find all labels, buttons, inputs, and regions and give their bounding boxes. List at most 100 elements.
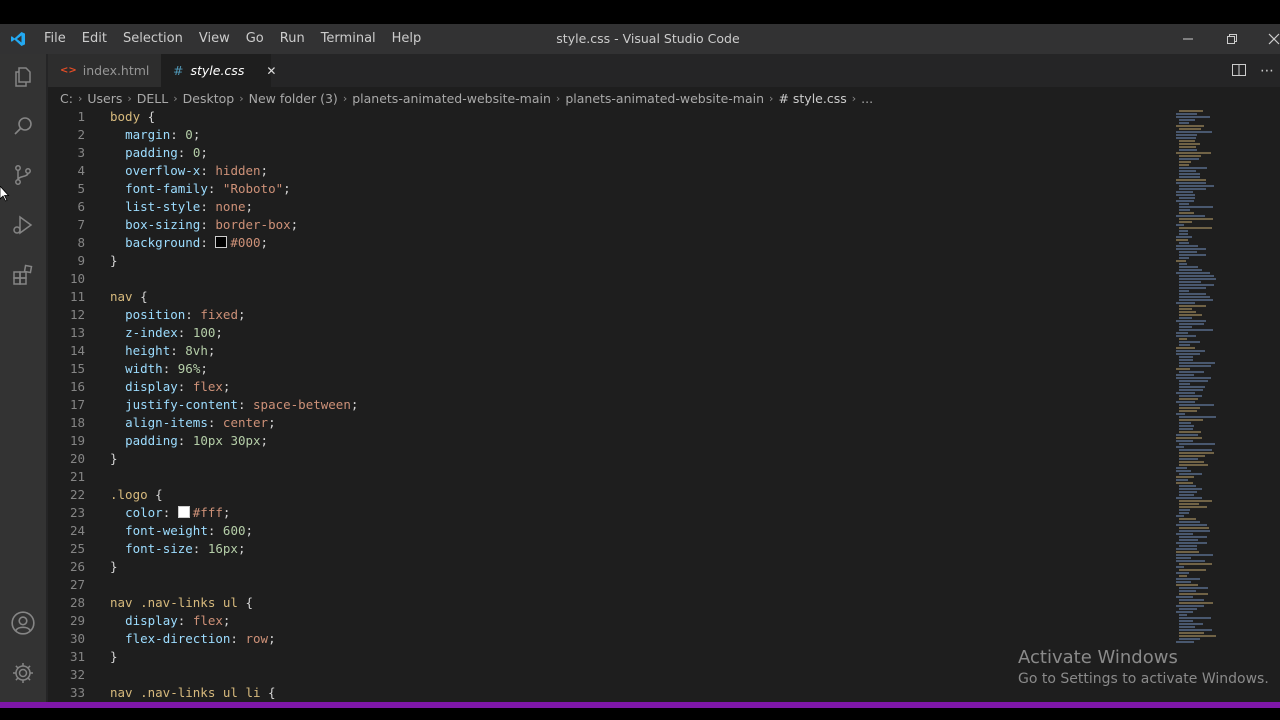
code-line[interactable]: 19 padding: 10px 30px; xyxy=(48,432,1148,450)
code-line[interactable]: 18 align-items: center; xyxy=(48,414,1148,432)
code-editor[interactable]: 1 body {2 margin: 0; 3 padding: 0; 4 overfl… xyxy=(48,108,1168,702)
menu-file[interactable]: File xyxy=(36,24,74,54)
code-line[interactable]: 9} xyxy=(48,252,1148,270)
search-icon[interactable] xyxy=(8,111,38,141)
restore-button[interactable] xyxy=(1210,24,1254,54)
code-line[interactable]: 6 list-style: none; xyxy=(48,198,1148,216)
code-line[interactable]: 21 xyxy=(48,468,1148,486)
code-text: nav .nav-links ul li { xyxy=(110,684,276,702)
minimap-line xyxy=(1179,164,1189,166)
account-icon[interactable] xyxy=(8,608,38,638)
code-line[interactable]: 17 justify-content: space-between; xyxy=(48,396,1148,414)
code-line[interactable]: 20} xyxy=(48,450,1148,468)
code-line[interactable]: 28 nav .nav-links ul { xyxy=(48,594,1148,612)
minimap-line xyxy=(1176,557,1191,559)
line-number: 13 xyxy=(69,325,85,340)
breadcrumb-item[interactable]: C: xyxy=(60,91,73,106)
activate-windows-title: Activate Windows xyxy=(1018,647,1178,668)
code-line[interactable]: 4 overflow-x: hidden; xyxy=(48,162,1148,180)
code-token: } xyxy=(110,559,118,574)
code-token: ; xyxy=(237,307,246,322)
code-line[interactable]: 12 position: fixed; xyxy=(48,306,1148,324)
minimap-line xyxy=(1176,200,1194,202)
minimap-line xyxy=(1179,602,1213,604)
code-line[interactable]: 1 body { xyxy=(48,108,1148,126)
code-line[interactable]: 15 width: 96%; xyxy=(48,360,1148,378)
breadcrumb-item[interactable]: ... xyxy=(861,91,873,106)
breadcrumb-separator-icon: › xyxy=(342,91,348,105)
menu-terminal[interactable]: Terminal xyxy=(313,24,384,54)
source-control-icon[interactable] xyxy=(8,160,38,190)
minimap-line xyxy=(1179,296,1210,298)
menu-selection[interactable]: Selection xyxy=(115,24,191,54)
menu-edit[interactable]: Edit xyxy=(74,24,115,54)
explorer-icon[interactable] xyxy=(8,62,38,92)
code-token: .logo xyxy=(110,487,148,502)
split-editor-icon[interactable] xyxy=(1232,62,1246,81)
code-line[interactable]: 29 display: flex; xyxy=(48,612,1148,630)
code-line[interactable]: 25 font-size: 16px; xyxy=(48,540,1148,558)
minimap-line xyxy=(1179,395,1202,397)
extensions-icon[interactable] xyxy=(8,260,38,290)
code-line[interactable]: 10 xyxy=(48,270,1148,288)
close-window-button[interactable] xyxy=(1252,24,1280,54)
minimap-line xyxy=(1179,170,1196,172)
line-number: 22 xyxy=(69,487,85,502)
minimap-line xyxy=(1179,341,1200,343)
code-line[interactable]: 31} xyxy=(48,648,1148,666)
code-line[interactable]: 30 flex-direction: row; xyxy=(48,630,1148,648)
code-line[interactable]: 27 xyxy=(48,576,1148,594)
settings-gear-icon[interactable] xyxy=(8,658,38,688)
code-line[interactable]: 24 font-weight: 600; xyxy=(48,522,1148,540)
code-line[interactable]: 2 margin: 0; xyxy=(48,126,1148,144)
color-swatch-icon[interactable] xyxy=(215,236,228,248)
breadcrumb-item[interactable]: Users xyxy=(87,91,122,106)
breadcrumb-item[interactable]: DELL xyxy=(137,91,168,106)
breadcrumb-item[interactable]: # style.css xyxy=(778,91,846,106)
minimap-line xyxy=(1179,311,1196,313)
code-line[interactable]: 13 z-index: 100; xyxy=(48,324,1148,342)
minimap-line xyxy=(1176,182,1206,184)
close-tab-icon[interactable]: ✕ xyxy=(266,64,276,78)
minimap-line xyxy=(1179,536,1207,538)
code-line[interactable]: 8 background: #000; xyxy=(48,234,1148,252)
more-actions-icon[interactable]: ⋯ xyxy=(1260,63,1275,79)
line-number: 7 xyxy=(77,217,85,232)
menu-bar: File Edit Selection View Go Run Terminal Help xyxy=(36,24,429,54)
code-line[interactable]: 22 .logo { xyxy=(48,486,1148,504)
code-line[interactable]: 14 height: 8vh; xyxy=(48,342,1148,360)
code-token: font-weight xyxy=(125,523,208,538)
minimap[interactable] xyxy=(1176,108,1236,648)
code-token: 10px 30px xyxy=(192,433,261,448)
run-debug-icon[interactable] xyxy=(8,210,38,240)
tab-index-html[interactable]: <> index.html xyxy=(48,54,161,87)
code-line[interactable]: 33 nav .nav-links ul li { xyxy=(48,684,1148,702)
color-swatch-icon[interactable] xyxy=(177,506,190,518)
code-token: : xyxy=(192,541,208,556)
code-line[interactable]: 11 nav { xyxy=(48,288,1148,306)
breadcrumb-item[interactable]: New folder (3) xyxy=(249,91,338,106)
line-number: 8 xyxy=(77,235,85,250)
code-text: body { xyxy=(110,108,155,126)
minimap-line xyxy=(1179,449,1212,451)
breadcrumb-item[interactable]: Desktop xyxy=(183,91,235,106)
editor-scrollbar[interactable] xyxy=(1268,108,1280,702)
minimap-line xyxy=(1179,509,1190,511)
code-line[interactable]: 26} xyxy=(48,558,1148,576)
code-line[interactable]: 3 padding: 0; xyxy=(48,144,1148,162)
tab-style-css[interactable]: # style.css ✕ xyxy=(161,54,276,87)
code-line[interactable]: 5 font-family: "Roboto"; xyxy=(48,180,1148,198)
code-line[interactable]: 7 box-sizing: border-box; xyxy=(48,216,1148,234)
menu-help[interactable]: Help xyxy=(384,24,430,54)
code-line[interactable]: 32 xyxy=(48,666,1148,684)
minimap-line xyxy=(1176,350,1205,352)
breadcrumb-item[interactable]: planets-animated-website-main xyxy=(352,91,551,106)
menu-view[interactable]: View xyxy=(191,24,238,54)
breadcrumb-item[interactable]: planets-animated-website-main xyxy=(565,91,764,106)
code-line[interactable]: 23 color: #fff; xyxy=(48,504,1148,522)
menu-run[interactable]: Run xyxy=(272,24,313,54)
code-line[interactable]: 16 display: flex; xyxy=(48,378,1148,396)
menu-go[interactable]: Go xyxy=(238,24,272,54)
minimize-button[interactable] xyxy=(1166,24,1210,54)
